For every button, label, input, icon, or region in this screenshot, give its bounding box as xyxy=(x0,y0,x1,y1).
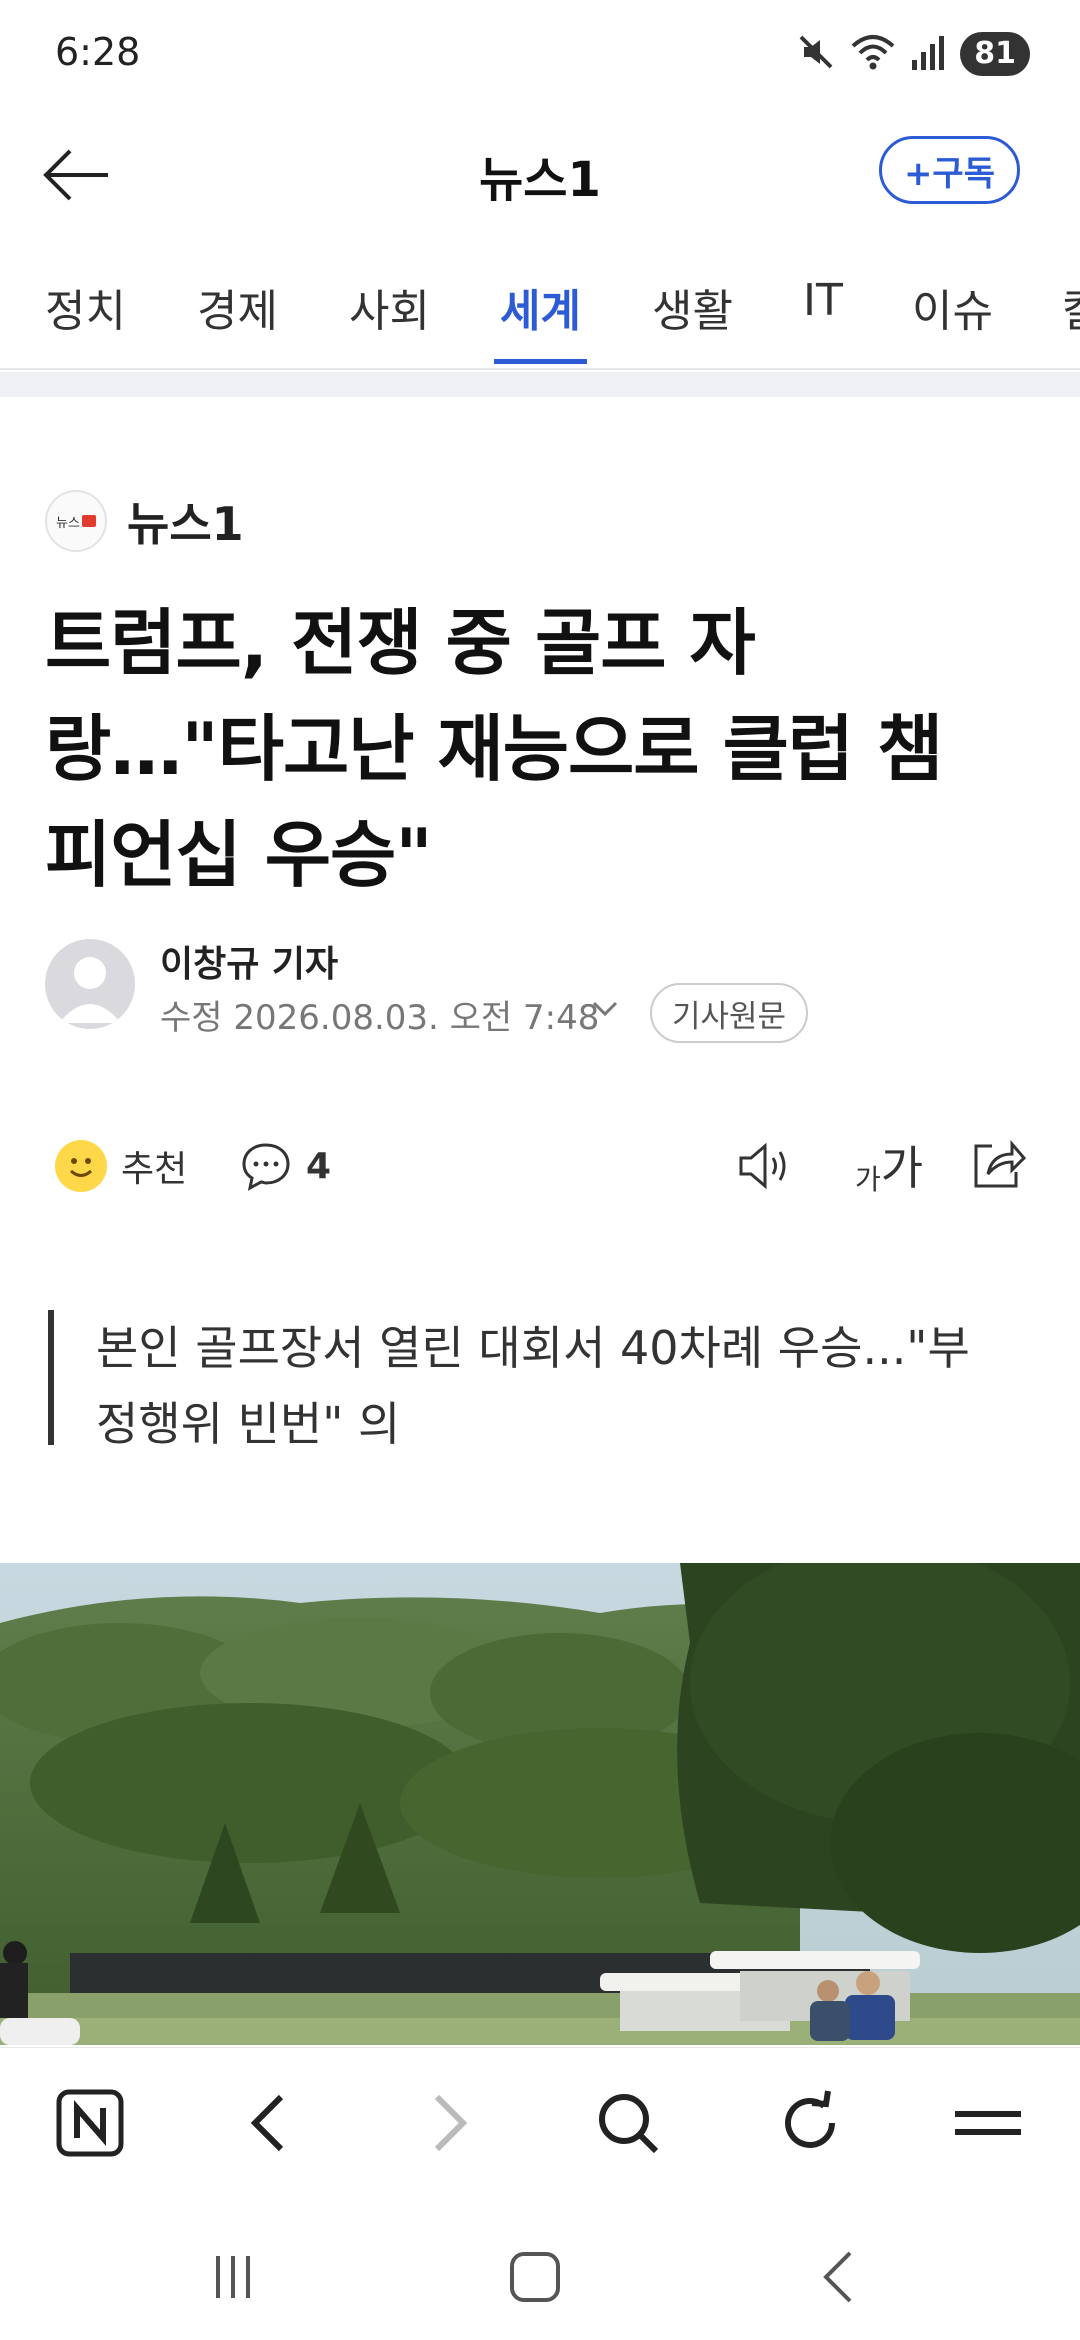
press-info[interactable]: 뉴스 뉴스1 xyxy=(45,488,244,554)
browser-search-button[interactable] xyxy=(588,2083,668,2163)
edit-date: 수정 2026.08.03. 오전 7:48 xyxy=(160,998,600,1038)
headline-line: 트럼프, 전쟁 중 골프 자 xyxy=(45,601,756,685)
recents-icon xyxy=(216,2256,250,2298)
tab-society[interactable]: 사회 xyxy=(349,275,430,350)
tab-economy[interactable]: 경제 xyxy=(197,275,278,350)
menu-icon xyxy=(955,2111,1021,2135)
recents-button[interactable] xyxy=(198,2242,268,2312)
person-icon xyxy=(59,957,121,1023)
category-tabs: 정치 경제 사회 세계 생활 IT 이슈 칼 xyxy=(0,255,1080,370)
status-icons: 81 xyxy=(796,30,1030,78)
arrow-left-icon xyxy=(43,149,108,201)
tab-world-label: 세계 xyxy=(500,286,581,337)
comment-count: 4 xyxy=(306,1145,332,1187)
tab-world[interactable]: 세계 xyxy=(494,275,587,364)
tab-issue[interactable]: 이슈 xyxy=(912,275,993,350)
headline-line: 피언십 우승" xyxy=(45,813,433,897)
original-article-button[interactable]: 기사원문 xyxy=(650,983,809,1043)
article-photo[interactable] xyxy=(0,1563,1080,2045)
share-button[interactable] xyxy=(970,1136,1028,1196)
system-back-button[interactable] xyxy=(803,2242,873,2312)
app-header: 뉴스1 +구독 xyxy=(0,110,1080,235)
font-size-button[interactable]: 가 가 xyxy=(855,1132,923,1198)
press-name: 뉴스1 xyxy=(127,497,244,551)
refresh-icon xyxy=(785,2090,835,2148)
section-divider xyxy=(0,372,1080,397)
recommend-button[interactable]: 추천 xyxy=(55,1140,187,1192)
summary-line: 본인 골프장서 열린 대회서 40차례 우승..."부 xyxy=(96,1321,970,1375)
naver-home-icon xyxy=(56,2089,124,2157)
share-icon xyxy=(974,1139,1027,1188)
article-summary: 본인 골프장서 열린 대회서 40차례 우승..."부 정행위 빈번" 의 xyxy=(48,1310,1038,1451)
recommend-label: 추천 xyxy=(121,1149,188,1190)
author-name[interactable]: 이창규 기자 xyxy=(160,935,338,987)
browser-back-button[interactable] xyxy=(228,2083,308,2163)
press-logo: 뉴스 xyxy=(45,490,107,552)
back-icon xyxy=(250,2094,284,2152)
mute-icon xyxy=(796,32,836,76)
summary-line: 정행위 빈번" 의 xyxy=(96,1397,401,1451)
forward-icon xyxy=(434,2094,468,2152)
tab-living[interactable]: 생활 xyxy=(652,275,733,350)
avatar[interactable] xyxy=(45,939,135,1029)
system-navigation-bar xyxy=(0,2197,1080,2340)
wifi-icon xyxy=(850,32,896,76)
author-row: 이창규 기자 수정 2026.08.03. 오전 7:48 기사원문 xyxy=(45,935,1035,1045)
article-actions: 추천 4 가 가 xyxy=(45,1130,1035,1200)
home-button[interactable] xyxy=(500,2242,570,2312)
article-headline: 트럼프, 전쟁 중 골프 자 랑…"타고난 재능으로 클럽 챔 피언십 우승" xyxy=(45,590,1035,908)
signal-icon xyxy=(910,32,946,76)
comment-button[interactable]: 4 xyxy=(240,1140,331,1192)
tab-column[interactable]: 칼 xyxy=(1062,275,1080,350)
headline-line: 랑…"타고난 재능으로 클럽 챔 xyxy=(45,707,943,791)
status-bar: 6:28 81 xyxy=(0,0,1080,110)
font-size-large-label: 가 xyxy=(880,1141,924,1195)
golf-course-photo xyxy=(0,1563,1080,2045)
active-tab-indicator xyxy=(494,359,587,364)
home-icon xyxy=(510,2252,560,2302)
tab-politics[interactable]: 정치 xyxy=(45,275,126,350)
subscribe-button[interactable]: +구독 xyxy=(878,136,1020,204)
battery-badge: 81 xyxy=(960,32,1030,76)
press-logo-mark xyxy=(81,515,96,527)
comment-icon xyxy=(242,1143,290,1191)
browser-refresh-button[interactable] xyxy=(770,2083,850,2163)
press-logo-text: 뉴스 xyxy=(56,515,80,531)
search-icon xyxy=(599,2094,659,2154)
browser-forward-button[interactable] xyxy=(410,2083,490,2163)
tab-it[interactable]: IT xyxy=(803,275,843,350)
speaker-icon xyxy=(739,1142,786,1190)
text-to-speech-button[interactable] xyxy=(735,1138,795,1198)
status-time: 6:28 xyxy=(55,30,141,74)
chevron-down-icon[interactable] xyxy=(590,993,620,1027)
browser-menu-button[interactable] xyxy=(948,2083,1028,2163)
naver-home-button[interactable] xyxy=(50,2083,130,2163)
back-button[interactable] xyxy=(40,140,120,210)
browser-toolbar xyxy=(0,2047,1080,2197)
system-back-icon xyxy=(823,2251,852,2303)
smile-icon xyxy=(55,1140,107,1192)
font-size-small-label: 가 xyxy=(855,1163,881,1196)
